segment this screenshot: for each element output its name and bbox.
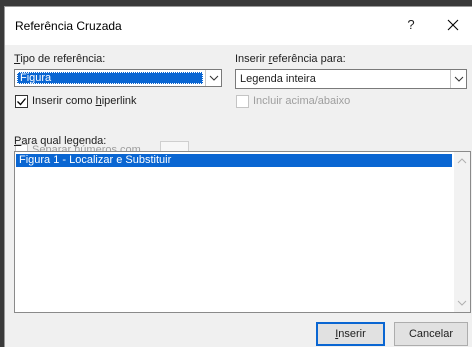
insert-reference-dropdown[interactable] (450, 70, 466, 88)
reference-type-dropdown[interactable] (205, 70, 221, 86)
reference-type-label: Tipo de referência: (14, 53, 106, 65)
checkmark-icon (17, 98, 26, 106)
insert-reference-label: Inserir referência para: (235, 53, 346, 65)
dialog-title: Referência Cruzada (15, 19, 122, 33)
list-item[interactable]: Figura 1 - Localizar e Substituir (16, 154, 452, 167)
chevron-down-icon (454, 76, 463, 82)
chevron-down-icon[interactable] (457, 300, 467, 306)
chevron-down-icon (209, 75, 218, 81)
insert-button[interactable]: Inserir (316, 322, 385, 346)
cross-reference-dialog: Referência Cruzada ? Tipo de referência:… (4, 6, 472, 347)
hyperlink-checkbox[interactable] (15, 95, 28, 108)
vertical-scrollbar[interactable] (454, 152, 470, 312)
cancel-button[interactable]: Cancelar (394, 322, 468, 346)
hyperlink-label[interactable]: Inserir como hiperlink (32, 95, 137, 107)
close-icon (447, 19, 459, 31)
help-button[interactable]: ? (399, 13, 423, 37)
caption-listbox[interactable]: Figura 1 - Localizar e Substituir (14, 151, 471, 313)
insert-reference-value: Legenda inteira (240, 73, 316, 85)
reference-type-value: Figura (20, 72, 52, 84)
reference-type-select[interactable]: Figura (14, 69, 222, 87)
include-above-below-checkbox[interactable] (236, 95, 249, 108)
include-above-below-label: Incluir acima/abaixo (253, 95, 351, 107)
chevron-up-icon[interactable] (457, 158, 467, 164)
caption-list-label: Para qual legenda: (14, 135, 107, 147)
insert-reference-select[interactable]: Legenda inteira (235, 69, 467, 89)
close-button[interactable] (441, 13, 465, 37)
title-bar: Referência Cruzada ? (5, 7, 472, 45)
